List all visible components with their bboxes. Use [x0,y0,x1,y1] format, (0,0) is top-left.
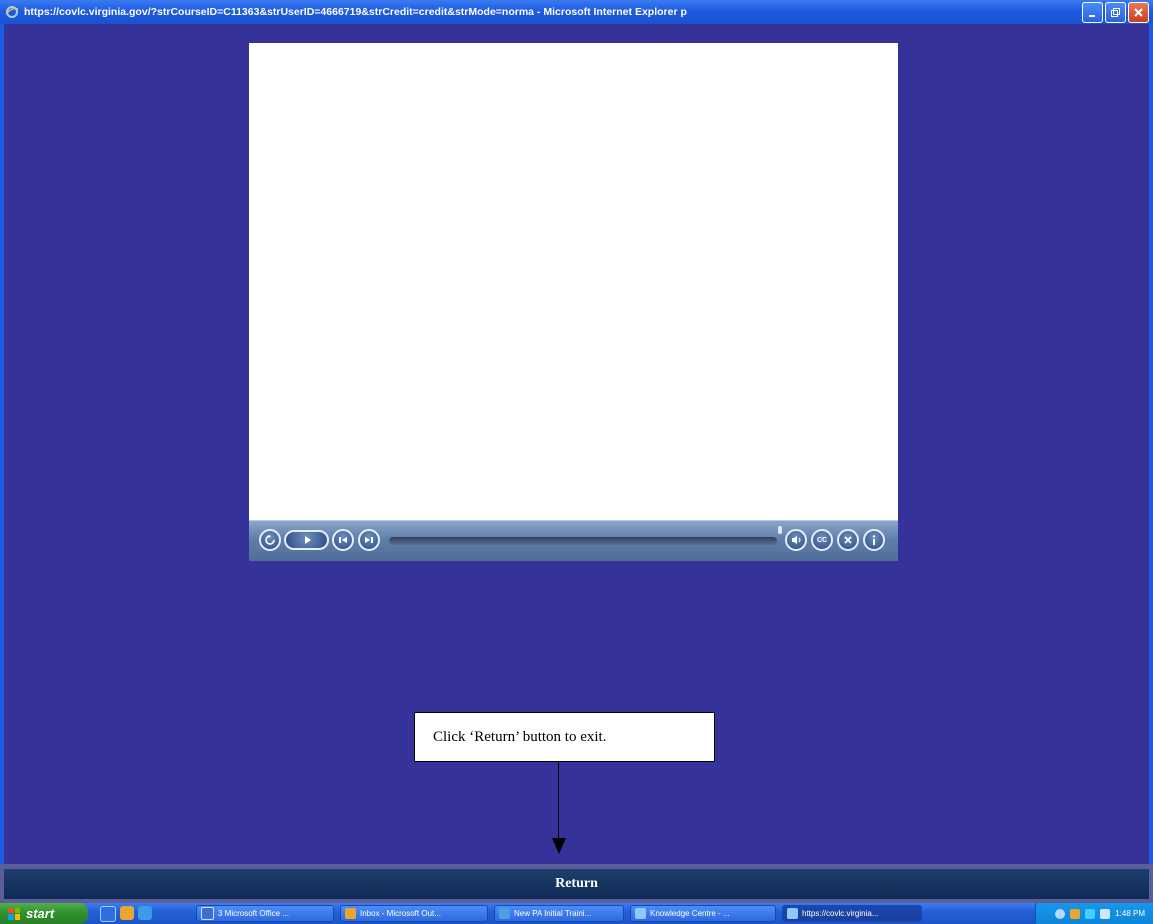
taskbar-item-covlc[interactable]: https://covlc.virginia... [782,905,922,922]
network-icon[interactable] [1055,908,1066,919]
return-bar-inner: Return [4,869,1149,899]
replay-icon [265,535,275,545]
previous-icon [339,537,347,543]
replay-button[interactable] [259,529,281,551]
word-icon [201,907,214,920]
callout-text: Click ‘Return’ button to exit. [433,728,607,745]
internet-explorer-icon [787,908,798,919]
internet-explorer-icon[interactable] [100,905,116,922]
taskbar-item-office[interactable]: 3 Microsoft Office ... [196,905,334,922]
windows-taskbar: start 3 Microsoft Office ... Inbox - Mic… [0,903,1153,924]
maximize-button[interactable] [1105,1,1126,23]
progress-scrubber[interactable] [778,526,782,534]
security-icon[interactable] [1070,908,1081,919]
taskbar-item-label: Inbox - Microsoft Out... [360,909,441,918]
closed-caption-button[interactable]: CC [811,529,833,551]
course-player: CC [249,43,898,561]
arrow-down-icon [552,838,566,854]
minimize-button[interactable] [1082,1,1103,23]
info-icon [872,535,876,545]
windows-logo-icon [8,907,20,920]
restore-icon [1111,7,1120,17]
taskbar-item-training[interactable]: New PA Initial Traini... [494,905,624,922]
exit-player-button[interactable] [837,529,859,551]
quick-launch [100,905,190,922]
volume-button[interactable] [785,529,807,551]
return-button[interactable]: Return [545,874,608,894]
next-button[interactable] [358,529,380,551]
previous-button[interactable] [332,529,354,551]
next-icon [365,537,373,543]
return-bar: Return [0,864,1153,903]
volume-tray-icon[interactable] [1100,908,1111,919]
window-frame-right [1149,24,1153,865]
slide-content-area [249,43,898,520]
taskbar-item-knowledge-centre[interactable]: Knowledge Centre - ... [630,905,776,922]
clock[interactable]: 1:48 PM [1115,909,1145,918]
taskbar-item-label: Knowledge Centre - ... [650,909,730,918]
start-label: start [26,906,55,921]
messenger-icon[interactable] [1085,908,1096,919]
info-button[interactable] [863,529,885,551]
close-icon [1134,7,1143,17]
window-title: https://covlc.virginia.gov/?strCourseID=… [24,6,687,18]
play-icon [304,536,311,544]
close-button[interactable] [1128,1,1149,23]
browser-icon[interactable] [138,905,152,920]
minimize-icon [1089,14,1095,17]
taskbar-item-label: New PA Initial Traini... [514,909,592,918]
callout-arrow-line [558,762,559,840]
window-frame-left [0,24,4,865]
outlook-icon [345,908,356,919]
outlook-icon[interactable] [120,905,134,920]
taskbar-item-label: https://covlc.virginia... [802,909,879,918]
window-title-bar[interactable]: https://covlc.virginia.gov/?strCourseID=… [0,0,1153,24]
start-button[interactable]: start [0,903,88,924]
internet-explorer-icon [635,908,646,919]
volume-icon [792,536,801,544]
progress-track[interactable] [389,537,777,545]
system-tray: 1:48 PM [1035,903,1153,924]
taskbar-item-inbox[interactable]: Inbox - Microsoft Out... [340,905,488,922]
play-button[interactable] [284,530,329,550]
exit-icon [844,536,852,544]
closed-caption-icon: CC [816,536,828,544]
instruction-callout: Click ‘Return’ button to exit. [414,712,715,762]
document-icon [499,908,510,919]
internet-explorer-icon [5,5,19,19]
player-controls: CC [249,520,898,561]
taskbar-item-label: 3 Microsoft Office ... [218,909,289,918]
